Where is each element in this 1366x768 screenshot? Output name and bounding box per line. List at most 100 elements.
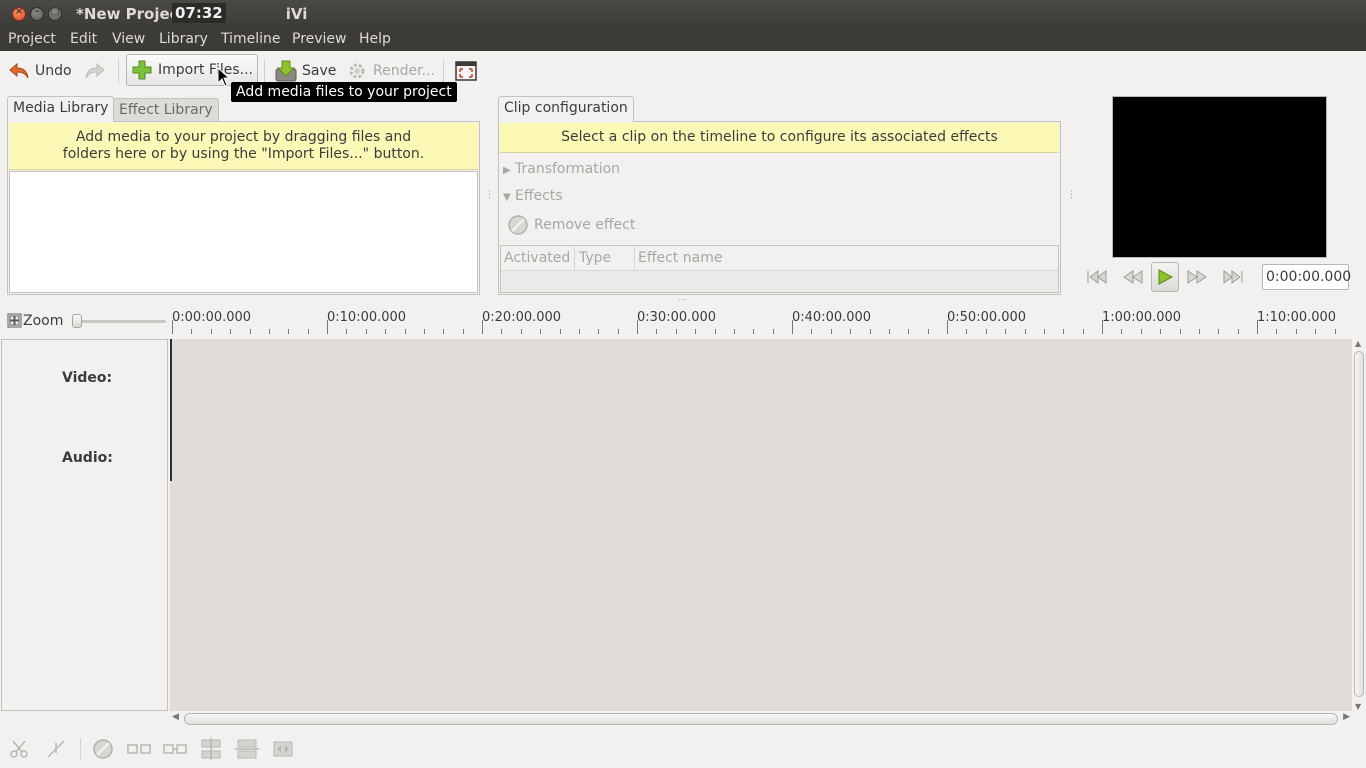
align-icon	[201, 738, 221, 760]
media-library-list[interactable]	[9, 171, 478, 293]
ruler-tick	[1315, 329, 1316, 334]
save-icon	[275, 60, 297, 82]
scroll-left-arrow-icon[interactable]: ◀	[172, 712, 179, 722]
delete-button[interactable]	[91, 737, 115, 761]
align-button[interactable]	[199, 737, 223, 761]
toolbar-separator	[264, 59, 265, 83]
zoom-slider-track	[72, 320, 166, 323]
ruler-label: 1:10:00.000	[1257, 310, 1337, 325]
clock: 07:32	[172, 3, 226, 23]
ruler-tick	[211, 329, 212, 334]
ruler-tick	[1199, 329, 1200, 334]
zoom-slider-handle[interactable]	[72, 314, 82, 328]
ruler-tick	[308, 329, 309, 334]
menu-project[interactable]: Project	[8, 31, 56, 47]
effects-expander[interactable]: ▼ Effects	[503, 188, 563, 204]
ruler-tick	[288, 329, 289, 334]
ruler-tick	[327, 320, 328, 334]
timeline-canvas[interactable]	[170, 339, 1352, 711]
media-library-hint-line1: Add media to your project by dragging fi…	[75, 129, 412, 145]
scroll-right-arrow-icon[interactable]: ▶	[1343, 712, 1350, 722]
delete-icon	[93, 739, 113, 759]
fullscreen-button[interactable]	[455, 55, 482, 87]
ruler-tick	[1025, 329, 1026, 334]
menu-preview[interactable]: Preview	[292, 31, 347, 47]
scrollbar-thumb[interactable]	[184, 713, 1338, 725]
ruler-tick	[366, 329, 367, 334]
minimize-icon: –	[34, 6, 40, 17]
ruler-tick	[250, 329, 251, 334]
ruler-tick	[598, 329, 599, 334]
fast-forward-icon	[1187, 270, 1207, 284]
remove-effect-label: Remove effect	[534, 217, 636, 233]
ruler-label: 0:20:00.000	[482, 310, 562, 325]
ruler-tick	[1102, 320, 1103, 334]
minimize-window-button[interactable]: –	[30, 6, 44, 21]
menu-timeline[interactable]: Timeline	[221, 31, 281, 47]
media-library-hint-line2: folders here or by using the "Import Fil…	[62, 146, 425, 162]
transformation-expander[interactable]: ▶ Transformation	[503, 161, 620, 177]
play-icon	[1158, 269, 1173, 285]
rewind-button[interactable]	[1120, 264, 1146, 290]
column-activated[interactable]: Activated	[500, 247, 575, 271]
import-files-label: Import Files...	[158, 62, 253, 78]
undo-button[interactable]: Undo	[8, 55, 72, 87]
maximize-icon: □	[50, 6, 60, 17]
pane-handle[interactable]: ⋯	[678, 296, 690, 304]
close-window-button[interactable]: ×	[12, 6, 26, 21]
playhead[interactable]	[170, 339, 172, 481]
distribute-icon	[235, 739, 259, 759]
ungroup-button[interactable]	[127, 737, 151, 761]
keyframe-button[interactable]	[44, 737, 68, 761]
pane-handle[interactable]: ⋮	[485, 190, 494, 202]
column-effect-name[interactable]: Effect name	[634, 247, 1058, 271]
ruler-tick	[656, 329, 657, 334]
timeline-ruler[interactable]: 0:00:00.000 0:10:00.000 0:20:00.000 0:30…	[172, 308, 1350, 334]
group-button[interactable]	[163, 737, 187, 761]
column-type[interactable]: Type	[575, 247, 635, 271]
scroll-down-arrow-icon[interactable]: ▼	[1355, 702, 1361, 711]
ruler-tick	[811, 329, 812, 334]
timeline-horizontal-scrollbar[interactable]: ◀ ▶	[172, 712, 1350, 726]
menu-edit[interactable]: Edit	[70, 31, 97, 47]
zoom-slider[interactable]	[72, 314, 166, 328]
menu-help[interactable]: Help	[359, 31, 391, 47]
add-icon	[131, 59, 153, 81]
zoom-fit-button[interactable]	[7, 313, 22, 328]
ruler-tick	[443, 329, 444, 334]
align-audio-icon	[273, 741, 293, 757]
ruler-tick	[463, 329, 464, 334]
tab-media-library[interactable]: Media Library	[7, 96, 115, 122]
align-distribute-button[interactable]	[235, 737, 259, 761]
maximize-window-button[interactable]: □	[48, 6, 62, 21]
remove-effect-button[interactable]: Remove effect	[507, 211, 635, 239]
scroll-up-arrow-icon[interactable]: ▲	[1355, 339, 1361, 348]
ruler-tick	[1180, 329, 1181, 334]
split-button[interactable]	[7, 737, 31, 761]
ungroup-icon	[127, 744, 151, 754]
ruler-label: 0:30:00.000	[637, 310, 717, 325]
ruler-tick	[1276, 329, 1277, 334]
toolbar-separator	[80, 738, 81, 760]
timeline-vertical-scrollbar[interactable]: ▲ ▼	[1354, 339, 1364, 711]
goto-end-button[interactable]	[1220, 264, 1246, 290]
ruler-tick	[269, 329, 270, 334]
gear-icon	[346, 60, 368, 82]
menu-view[interactable]: View	[112, 31, 145, 47]
time-position-field[interactable]: 0:00:00.000	[1262, 264, 1351, 290]
mouse-cursor-icon	[217, 66, 231, 91]
window-title-left: *New Project	[76, 5, 186, 23]
ruler-tick	[676, 329, 677, 334]
pane-handle[interactable]: ⋮	[1067, 190, 1076, 202]
rewind-icon	[1123, 270, 1143, 284]
menu-library[interactable]: Library	[159, 31, 208, 47]
goto-start-button[interactable]	[1084, 264, 1110, 290]
ruler-tick	[501, 329, 502, 334]
scrollbar-thumb[interactable]	[1354, 351, 1364, 697]
redo-button[interactable]	[84, 55, 111, 87]
align-audio-button[interactable]	[271, 737, 295, 761]
fast-forward-button[interactable]	[1184, 264, 1210, 290]
tab-effect-library[interactable]: Effect Library	[113, 98, 219, 122]
tab-clip-configuration[interactable]: Clip configuration	[498, 96, 634, 122]
play-button[interactable]	[1151, 262, 1179, 292]
